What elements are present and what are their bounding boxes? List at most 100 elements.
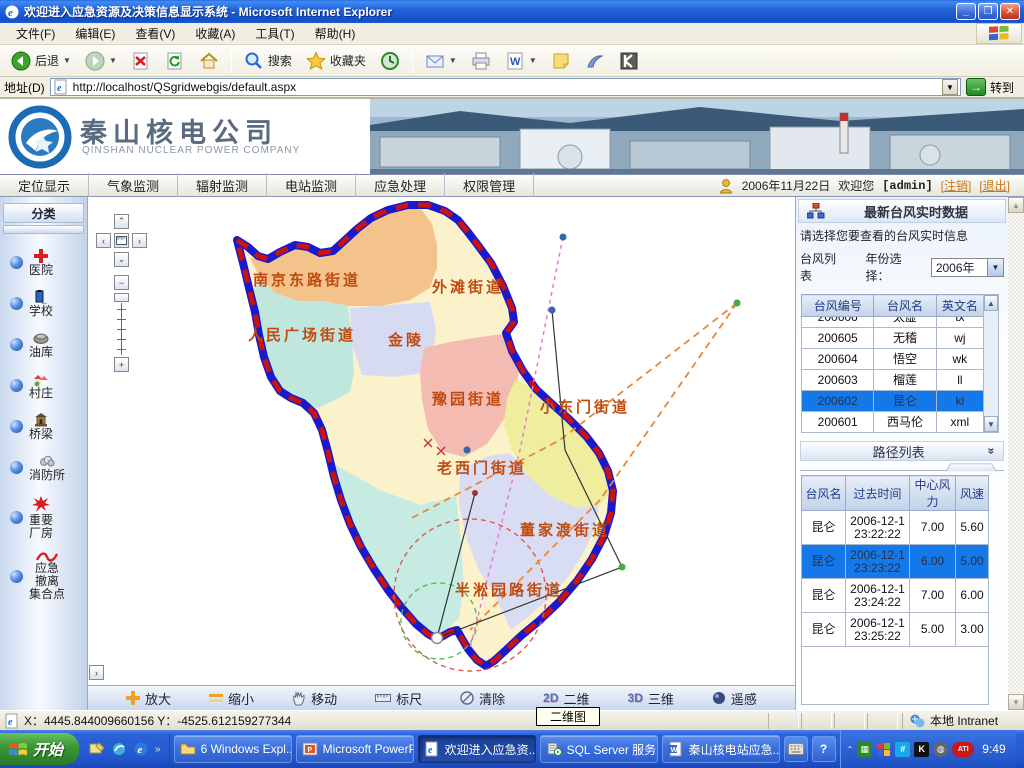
scroll-down-icon[interactable]: ▼ bbox=[984, 416, 998, 432]
menu-file[interactable]: 文件(F) bbox=[6, 22, 65, 45]
menu-tools[interactable]: 工具(T) bbox=[245, 22, 304, 45]
home-button[interactable] bbox=[194, 49, 224, 73]
tray-ati-icon[interactable]: ATI bbox=[952, 742, 974, 757]
help-tray-button[interactable]: ? bbox=[812, 736, 836, 762]
view-3d-button[interactable]: 3D 三维 bbox=[628, 689, 674, 708]
tab-radiation-monitor[interactable]: 辐射监测 bbox=[178, 173, 267, 198]
ruler-button[interactable]: 标尺 bbox=[375, 689, 422, 708]
zoom-slider-handle[interactable] bbox=[114, 293, 129, 302]
taskbar-button-word[interactable]: W 秦山核电站应急... bbox=[662, 735, 780, 763]
quick-launch-overflow-chevron[interactable]: » bbox=[155, 744, 161, 755]
tab-emergency-handle[interactable]: 应急处理 bbox=[356, 173, 445, 198]
table-row[interactable]: 200601 西马伦 xml bbox=[802, 412, 984, 433]
taskbar-button-powerpoint[interactable]: P Microsoft PowerP... bbox=[296, 735, 414, 763]
zoom-out-button[interactable]: 缩小 bbox=[209, 689, 254, 708]
input-method-button[interactable] bbox=[784, 736, 808, 762]
edit-word-button[interactable]: W▼ bbox=[500, 49, 542, 73]
sidebar-item-school[interactable]: 学校 bbox=[0, 283, 87, 324]
refresh-button[interactable] bbox=[160, 49, 190, 73]
sidebar-item-assembly-point[interactable]: 应急 撤离 集合点 bbox=[0, 546, 87, 607]
view-2d-button[interactable]: 2D 二维 bbox=[543, 689, 589, 708]
search-button[interactable]: 搜索 bbox=[239, 49, 297, 73]
sidebar-item-hospital[interactable]: 医院 bbox=[0, 242, 87, 283]
table-row[interactable]: 200606 太虚 tx bbox=[802, 317, 984, 328]
zoom-in-button[interactable]: 放大 bbox=[126, 689, 171, 708]
scroll-up-icon[interactable]: ▲ bbox=[984, 295, 998, 311]
typhoon-table-viewport[interactable]: 200606 太虚 tx 200605 无稽 wj 200604 悟空 bbox=[796, 317, 984, 433]
tray-grid-icon[interactable]: # bbox=[895, 742, 910, 757]
table-row[interactable]: 200605 无稽 wj bbox=[802, 328, 984, 349]
note-button[interactable] bbox=[546, 49, 576, 73]
typhoon-table-scrollbar[interactable]: ▲ ▼ bbox=[983, 294, 999, 433]
pan-down-button[interactable]: ⌄ bbox=[114, 252, 129, 267]
table-row-selected[interactable]: 昆仑 2006-12-1 23:23:22 6.00 5.00 bbox=[802, 545, 989, 579]
table-row[interactable]: 200604 悟空 wk bbox=[802, 349, 984, 370]
sidebar-collapse-button[interactable]: › bbox=[89, 665, 104, 680]
tray-disc-icon[interactable]: ◍ bbox=[933, 742, 948, 757]
k-tool-button[interactable] bbox=[614, 49, 644, 73]
go-button[interactable]: → 转到 bbox=[966, 78, 1020, 96]
zoom-out-step-button[interactable]: − bbox=[114, 275, 129, 290]
menu-help[interactable]: 帮助(H) bbox=[305, 22, 366, 45]
sidebar-item-important-plant[interactable]: 重要 厂房 bbox=[0, 488, 87, 546]
sidebar-item-bridge[interactable]: 桥梁 bbox=[0, 406, 87, 447]
collapse-chevron-icon[interactable]: » bbox=[985, 448, 999, 455]
tab-permission-manage[interactable]: 权限管理 bbox=[445, 173, 534, 198]
start-button[interactable]: 开始 bbox=[0, 733, 79, 765]
clear-button[interactable]: 清除 bbox=[460, 689, 505, 708]
favorites-button[interactable]: 收藏夹 bbox=[301, 49, 371, 73]
tab-station-monitor[interactable]: 电站监测 bbox=[267, 173, 356, 198]
tray-sql-icon[interactable]: ▦ bbox=[857, 742, 872, 757]
table-row[interactable]: 200603 榴莲 ll bbox=[802, 370, 984, 391]
scroll-up-icon[interactable]: ▲ bbox=[1008, 197, 1024, 213]
forward-button[interactable]: ▼ bbox=[80, 49, 122, 73]
address-input[interactable]: e http://localhost/QSgridwebgis/default.… bbox=[50, 78, 961, 96]
page-scrollbar[interactable]: ▲ ▼ bbox=[1008, 197, 1024, 710]
table-row-selected[interactable]: 200602 昆仑 kl bbox=[802, 391, 984, 412]
full-extent-button[interactable] bbox=[114, 233, 129, 248]
pan-up-button[interactable]: ⌃ bbox=[114, 214, 129, 229]
zoom-in-step-button[interactable]: + bbox=[114, 357, 129, 372]
year-select[interactable]: 2006年 ▼ bbox=[931, 258, 1004, 277]
logout-link[interactable]: [注销] bbox=[941, 177, 972, 194]
sidebar-item-oil-depot[interactable]: 油库 bbox=[0, 324, 87, 365]
pan-button[interactable]: 移动 bbox=[292, 689, 337, 708]
close-button[interactable]: ✕ bbox=[1000, 3, 1020, 20]
tray-windows-icon[interactable] bbox=[876, 742, 891, 757]
pan-left-button[interactable]: ‹ bbox=[96, 233, 111, 248]
show-desktop-icon[interactable] bbox=[89, 741, 105, 757]
taskbar-button-ie-active[interactable]: e 欢迎进入应急资... bbox=[418, 735, 536, 763]
pan-right-button[interactable]: › bbox=[132, 233, 147, 248]
print-button[interactable] bbox=[466, 49, 496, 73]
history-button[interactable] bbox=[375, 49, 405, 73]
sidebar-item-village[interactable]: 村庄 bbox=[0, 365, 87, 406]
tray-kaspersky-icon[interactable]: K bbox=[914, 742, 929, 757]
back-button[interactable]: 后退▼ bbox=[6, 49, 76, 73]
messenger-button[interactable] bbox=[580, 49, 610, 73]
minimize-button[interactable]: _ bbox=[956, 3, 976, 20]
panel-splitter[interactable] bbox=[800, 463, 1004, 471]
exit-link[interactable]: [退出] bbox=[979, 177, 1010, 194]
address-dropdown-button[interactable]: ▼ bbox=[942, 79, 958, 95]
sidebar-item-fire-station[interactable]: 消防所 bbox=[0, 447, 87, 488]
year-select-arrow-icon[interactable]: ▼ bbox=[987, 259, 1003, 276]
ie-quick-icon[interactable]: e bbox=[133, 741, 149, 757]
taskbar-button-explorer-group[interactable]: 6 Windows Expl... ▼ bbox=[174, 735, 292, 763]
messenger-quick-icon[interactable] bbox=[111, 741, 127, 757]
menu-favorites[interactable]: 收藏(A) bbox=[185, 22, 245, 45]
path-list-header[interactable]: 路径列表 » bbox=[800, 441, 1004, 461]
stop-button[interactable] bbox=[126, 49, 156, 73]
menu-view[interactable]: 查看(V) bbox=[125, 22, 185, 45]
map-viewport[interactable]: 南京东路街道 外滩街道 人民广场街道 金陵 豫园街道 小东门街道 老西门街道 董… bbox=[88, 197, 795, 710]
tab-weather-monitor[interactable]: 气象监测 bbox=[89, 173, 178, 198]
table-row[interactable]: 昆仑 2006-12-1 23:25:22 5.00 3.00 bbox=[802, 613, 989, 647]
tray-collapse-chevron[interactable]: ⌃ bbox=[847, 745, 854, 754]
menu-edit[interactable]: 编辑(E) bbox=[65, 22, 125, 45]
table-row[interactable]: 昆仑 2006-12-1 23:24:22 7.00 6.00 bbox=[802, 579, 989, 613]
scroll-down-icon[interactable]: ▼ bbox=[1008, 694, 1024, 710]
mail-button[interactable]: ▼ bbox=[420, 49, 462, 73]
remote-sensing-button[interactable]: 遥感 bbox=[712, 689, 757, 708]
tab-locate-display[interactable]: 定位显示 bbox=[0, 173, 89, 198]
table-row[interactable]: 昆仑 2006-12-1 23:22:22 7.00 5.60 bbox=[802, 511, 989, 545]
taskbar-button-sqlserver[interactable]: SQL Server 服务... bbox=[540, 735, 658, 763]
